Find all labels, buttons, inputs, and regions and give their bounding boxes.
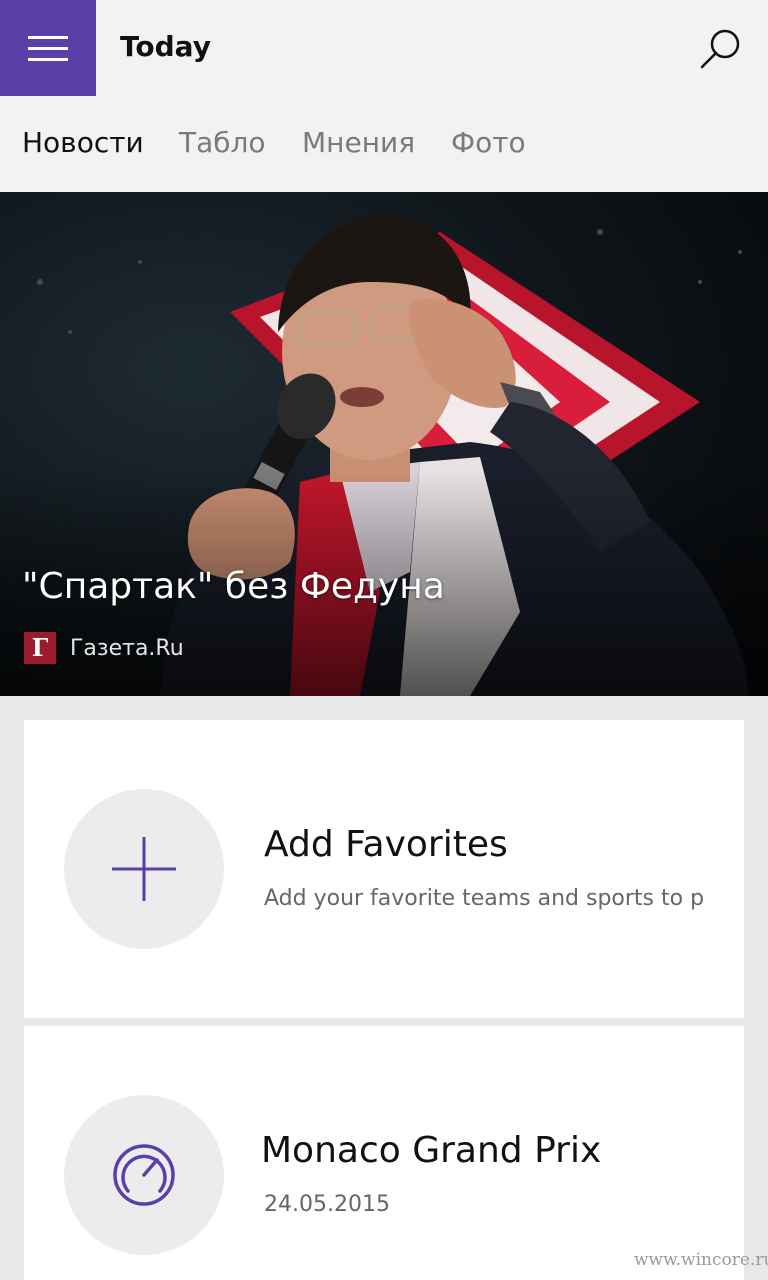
tab-scoreboard[interactable]: Табло — [179, 126, 266, 159]
card-icon-circle — [64, 789, 224, 949]
page-title: Today — [120, 30, 211, 63]
hamburger-line — [28, 58, 68, 61]
hamburger-line — [28, 47, 68, 50]
menu-button[interactable] — [0, 0, 96, 96]
event-card[interactable]: Monaco Grand Prix 24.05.2015 — [24, 1026, 744, 1280]
tab-photo[interactable]: Фото — [451, 126, 526, 159]
card-title: Add Favorites — [264, 824, 508, 865]
hamburger-icon — [28, 36, 68, 39]
card-subtitle: Add your favorite teams and sports to p.… — [264, 886, 704, 911]
hero-story[interactable] — [0, 192, 768, 696]
source-name: Газета.Ru — [70, 636, 184, 661]
plus-icon — [112, 837, 176, 901]
watermark: www.wincore.ru — [634, 1250, 768, 1270]
search-icon — [700, 29, 740, 69]
search-button[interactable] — [692, 24, 748, 74]
tab-opinions[interactable]: Мнения — [302, 126, 415, 159]
card-date: 24.05.2015 — [264, 1192, 390, 1217]
hero-photo — [0, 192, 768, 696]
card-icon-circle — [64, 1095, 224, 1255]
source-logo: Г — [24, 632, 56, 664]
card-title: Monaco Grand Prix — [261, 1130, 602, 1171]
tab-news[interactable]: Новости — [22, 126, 144, 159]
app-bar: Today — [0, 0, 768, 96]
add-favorites-card[interactable]: Add Favorites Add your favorite teams an… — [24, 720, 744, 1018]
speedometer-icon — [113, 1144, 175, 1206]
hero-headline[interactable]: "Спартак" без Федуна — [22, 566, 445, 607]
tab-bar: Новости Табло Мнения Фото — [0, 96, 768, 192]
